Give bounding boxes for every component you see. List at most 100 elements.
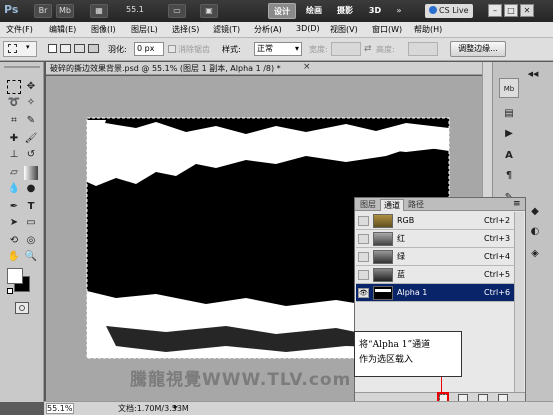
width-label: 宽度: [309,45,328,54]
menu-layer[interactable]: 图层(L) [131,24,158,35]
visibility-toggle[interactable] [358,252,369,262]
channel-row-green[interactable]: 绿 Ctrl+4 [356,248,514,266]
foreground-color-swatch[interactable] [7,268,23,284]
default-colors-icon[interactable] [7,288,13,294]
toolbox-grip[interactable] [4,66,40,68]
adjustments-panel-icon[interactable]: ◐ [525,222,545,242]
menu-file[interactable]: 文件(F) [6,24,33,35]
swap-dimensions-icon[interactable]: ⇄ [364,44,372,54]
visibility-toggle[interactable] [358,216,369,226]
menu-select[interactable]: 选择(S) [172,24,199,35]
gradient-icon[interactable] [24,166,38,180]
new-selection-icon[interactable] [48,44,57,53]
intersect-selection-icon[interactable] [88,44,99,53]
subtract-selection-icon[interactable] [74,44,85,53]
crop-icon[interactable]: ⌗ [7,114,21,128]
width-input[interactable] [331,42,361,56]
pen-icon[interactable]: ✒ [7,200,21,214]
menu-analysis[interactable]: 分析(A) [254,24,282,35]
collapse-dock-icon[interactable]: ◀◀ [523,64,543,84]
3d-rotate-icon[interactable]: ⟲ [7,234,21,248]
height-label: 高度: [376,45,395,54]
hand-icon[interactable]: ✋ [7,250,21,264]
minimize-button[interactable]: – [488,4,502,17]
zoom-status-field[interactable]: 55.1% [46,403,74,414]
channel-name: 蓝 [397,270,405,279]
thumbnail-highlight [375,289,391,292]
visibility-toggle[interactable] [358,270,369,280]
tab-layers[interactable]: 图层 [357,199,379,211]
screen-mode-icon[interactable]: ▣ [200,4,218,18]
menu-3d[interactable]: 3D(D) [296,24,320,33]
workspace-painting-button[interactable]: 绘画 [302,3,326,19]
layers-panel-icon[interactable]: ◈ [525,244,545,264]
lasso-icon[interactable]: ➰ [7,96,21,110]
tab-channels[interactable]: 通道 [380,199,404,211]
path-select-icon[interactable]: ➤ [7,216,21,230]
channels-scrollbar[interactable] [514,212,524,392]
marquee-icon[interactable] [7,80,21,94]
eye-icon[interactable]: 👁 [358,288,369,298]
height-input[interactable] [408,42,438,56]
workspace-design-button[interactable]: 设计 [268,3,296,19]
tool-preset-picker[interactable]: ▾ [3,41,37,57]
healing-icon[interactable]: ✚ [7,132,21,146]
menu-edit[interactable]: 编辑(E) [49,24,76,35]
style-select[interactable]: 正常 ▾ [254,42,302,56]
arrange-documents-icon[interactable]: ▭ [168,4,186,18]
menu-view[interactable]: 视图(V) [330,24,358,35]
instruction-callout: 将“Alpha 1”通道 作为选区载入 [354,331,462,377]
tab-paths[interactable]: 路径 [405,199,427,211]
channel-row-rgb[interactable]: RGB Ctrl+2 [356,212,514,230]
channel-row-alpha-1[interactable]: 👁 Alpha 1 Ctrl+6 [356,284,514,302]
mini-bridge-panel-icon[interactable]: Mb [499,78,519,98]
eyedropper-icon[interactable]: ✎ [24,114,38,128]
status-menu-icon[interactable]: ▸ [174,402,178,411]
menu-help[interactable]: 帮助(H) [414,24,442,35]
history-panel-icon[interactable]: ▤ [499,104,519,124]
magic-wand-icon[interactable]: ✧ [24,96,38,110]
view-extras-icon[interactable]: ▦ [90,4,108,18]
refine-edge-button[interactable]: 调整边缘... [450,41,506,57]
workspace-photography-button[interactable]: 摄影 [332,3,358,19]
paragraph-panel-icon[interactable]: ¶ [499,166,519,186]
workspace-more-button[interactable]: » [392,3,406,19]
quick-mask-icon[interactable] [15,302,29,314]
actions-panel-icon[interactable]: ▶ [499,124,519,144]
3d-camera-icon[interactable]: ◎ [24,234,38,248]
feather-input[interactable]: 0 px [134,42,164,56]
channel-shortcut: Ctrl+6 [484,288,511,297]
eraser-icon[interactable]: ▱ [7,166,21,180]
close-window-button[interactable]: ✕ [520,4,534,17]
document-title-tab[interactable]: 破碎的撕边效果背景.psd @ 55.1% (图层 1 副本, Alpha 1 … [50,63,281,74]
quick-mask-circle [19,305,25,311]
menu-filter[interactable]: 滤镜(T) [213,24,240,35]
callout-line-1: 将“Alpha 1”通道 [359,340,431,350]
bridge-icon[interactable]: Br [34,4,52,18]
close-document-icon[interactable]: × [303,62,311,72]
character-panel-icon[interactable]: A [499,146,519,166]
panel-menu-icon[interactable]: ≡ [513,199,521,209]
color-panel-icon[interactable]: ◆ [525,202,545,222]
brush-icon[interactable]: 🖌 [24,132,38,146]
menu-image[interactable]: 图像(I) [91,24,116,35]
channel-row-red[interactable]: 红 Ctrl+3 [356,230,514,248]
move-icon[interactable]: ✥ [24,80,38,94]
zoom-level[interactable]: 55.1 [126,5,144,14]
antialias-checkbox[interactable] [168,45,176,53]
dodge-icon[interactable]: ● [24,182,38,196]
type-icon[interactable]: T [24,200,38,214]
mini-bridge-icon[interactable]: Mb [56,4,74,18]
stamp-icon[interactable]: ⊥ [7,148,21,162]
blur-icon[interactable]: 💧 [7,182,21,196]
menu-window[interactable]: 窗口(W) [372,24,402,35]
history-brush-icon[interactable]: ↺ [24,148,38,162]
cs-live-button[interactable]: CS Live [425,4,473,18]
workspace-3d-button[interactable]: 3D [365,3,385,19]
shape-icon[interactable]: ▭ [24,216,38,230]
channel-row-blue[interactable]: 蓝 Ctrl+5 [356,266,514,284]
zoom-icon[interactable]: 🔍 [24,250,38,264]
visibility-toggle[interactable] [358,234,369,244]
maximize-button[interactable]: □ [504,4,518,17]
add-to-selection-icon[interactable] [60,44,71,53]
